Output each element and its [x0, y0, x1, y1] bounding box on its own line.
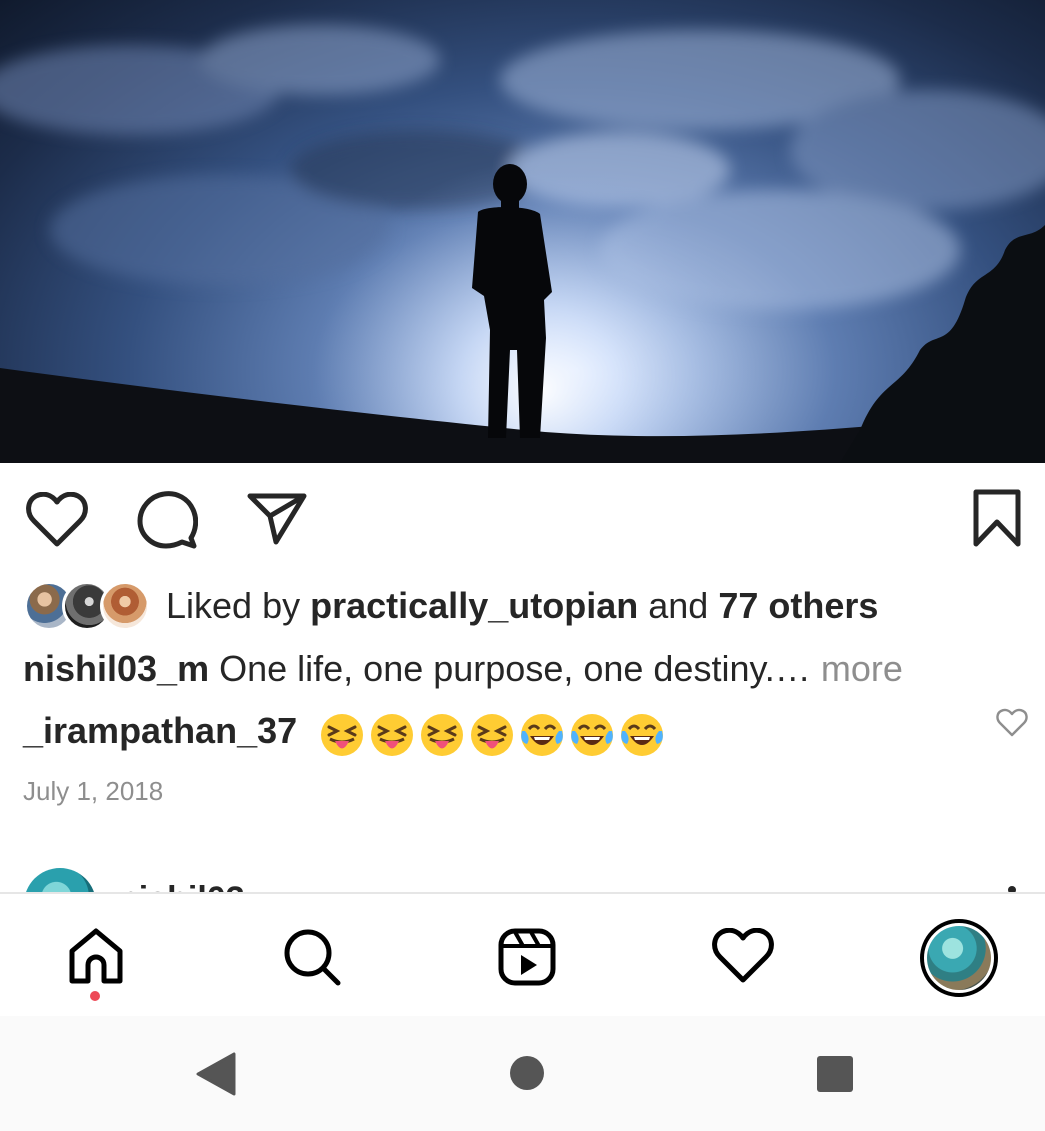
bottom-navigation	[0, 892, 1045, 1016]
emoji	[519, 711, 569, 756]
recents-square-icon[interactable]	[816, 1055, 854, 1093]
liker-avatars[interactable]	[24, 581, 150, 631]
likes-prefix: Liked by	[166, 585, 301, 626]
emoji	[369, 711, 419, 756]
caption-username[interactable]: nishil03_m	[23, 648, 209, 689]
paper-plane-icon[interactable]	[246, 490, 308, 546]
avatar	[100, 581, 150, 631]
emoji	[469, 711, 519, 756]
reels-icon[interactable]	[497, 927, 557, 987]
home-icon[interactable]	[66, 927, 126, 985]
back-icon[interactable]	[194, 1052, 236, 1096]
post-photo[interactable]	[0, 0, 1045, 463]
emoji	[569, 711, 619, 756]
notification-dot	[90, 991, 100, 1001]
comment-bubble-icon[interactable]	[136, 490, 198, 550]
photo-scene	[0, 0, 1045, 463]
comment-row: _irampathan_37	[23, 708, 669, 758]
next-post-header: nishil03	[0, 860, 1045, 893]
likes-summary[interactable]: Liked by practically_utopian and 77 othe…	[166, 583, 878, 629]
search-icon[interactable]	[282, 927, 342, 987]
post-date: July 1, 2018	[23, 776, 164, 806]
emoji	[619, 711, 669, 756]
comment-username[interactable]: _irampathan_37	[23, 710, 297, 751]
liker-username[interactable]: practically_utopian	[310, 585, 638, 626]
emoji	[419, 711, 469, 756]
comment-text	[319, 709, 669, 757]
likes-count[interactable]: 77 others	[718, 585, 878, 626]
comment-heart-icon[interactable]	[996, 708, 1028, 738]
system-navigation-bar	[0, 1016, 1045, 1131]
caption-more-link[interactable]: more	[821, 648, 903, 689]
bookmark-icon[interactable]	[968, 488, 1026, 548]
home-circle-icon[interactable]	[509, 1055, 545, 1091]
post-caption: nishil03_m One life, one purpose, one de…	[23, 646, 903, 692]
avatar[interactable]	[24, 868, 96, 893]
heart-outline-icon[interactable]	[26, 492, 88, 548]
caption-text: One life, one purpose, one destiny.…	[219, 648, 811, 689]
likes-connector: and	[648, 585, 709, 626]
avatar	[927, 926, 991, 990]
profile-avatar[interactable]	[920, 919, 998, 997]
emoji	[319, 711, 369, 756]
activity-heart-icon[interactable]	[712, 928, 774, 984]
